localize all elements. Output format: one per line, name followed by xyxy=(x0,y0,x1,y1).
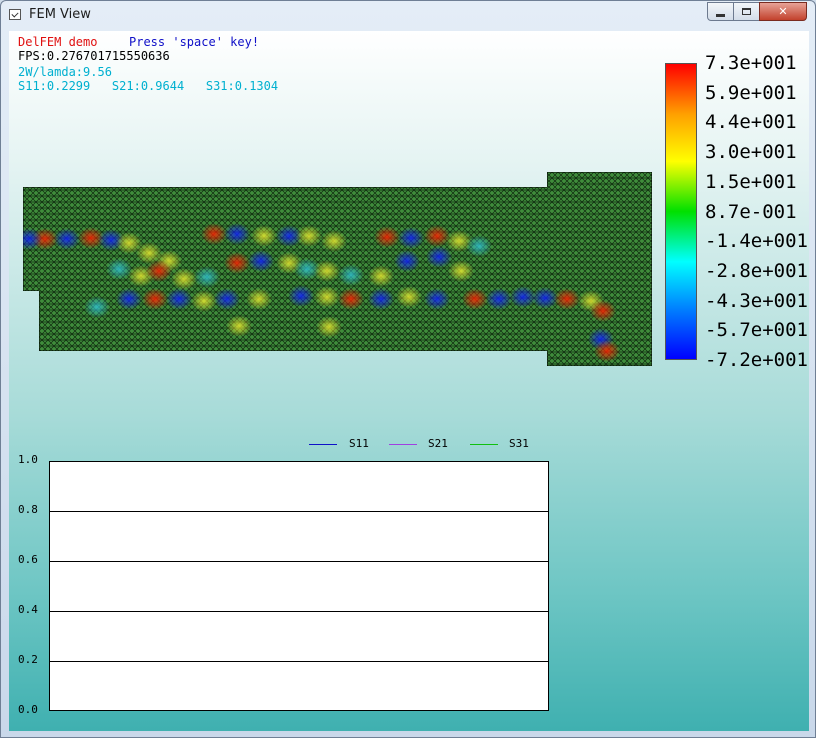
color-scale-label: -2.8e+001 xyxy=(705,259,808,282)
field-spot xyxy=(448,260,474,282)
minimize-icon xyxy=(716,13,725,17)
color-scale-label: 7.3e+001 xyxy=(705,52,797,74)
color-scale-label: -1.4e+001 xyxy=(705,230,808,253)
color-scale-bar xyxy=(665,63,697,360)
y-tick-label: 1.0 xyxy=(18,453,38,466)
color-scale-label: 8.7e-001 xyxy=(705,200,797,223)
field-spot xyxy=(398,227,424,249)
color-scale-label: 5.9e+001 xyxy=(705,81,797,104)
field-spot xyxy=(146,260,172,282)
field-spot xyxy=(316,316,342,338)
y-tick-label: 0.8 xyxy=(18,503,38,516)
gl-viewport[interactable]: DelFEM demo Press 'space' key! FPS:0.276… xyxy=(9,31,809,731)
field-spot xyxy=(321,230,347,252)
field-spot xyxy=(224,223,250,245)
maximize-button[interactable] xyxy=(733,2,760,21)
close-button[interactable]: ✕ xyxy=(759,2,807,21)
field-spot xyxy=(214,288,240,310)
field-spot xyxy=(116,288,142,310)
field-spot xyxy=(226,315,252,337)
legend-s31-label: S31 xyxy=(509,437,529,450)
legend-s11-label: S11 xyxy=(349,437,369,450)
title-bar[interactable]: FEM View ✕ xyxy=(1,1,815,29)
field-spot xyxy=(191,290,217,312)
field-spot xyxy=(426,246,452,268)
field-spot xyxy=(84,296,110,318)
field-spot xyxy=(424,225,450,247)
legend-s21-label: S21 xyxy=(428,437,448,450)
field-spot xyxy=(394,250,420,272)
field-spot xyxy=(486,288,512,310)
field-spot xyxy=(166,288,192,310)
field-spot xyxy=(251,225,277,247)
color-scale-label: 1.5e+001 xyxy=(705,170,797,193)
field-spot xyxy=(246,288,272,310)
field-spot xyxy=(224,252,250,274)
field-spot xyxy=(194,266,220,288)
field-spot xyxy=(296,225,322,247)
field-spot xyxy=(314,260,340,282)
field-spot xyxy=(23,228,42,250)
color-scale-label: -4.3e+001 xyxy=(705,289,808,312)
field-spot xyxy=(368,288,394,310)
field-spot xyxy=(142,288,168,310)
field-spot xyxy=(338,288,364,310)
field-spot xyxy=(554,288,580,310)
field-spot xyxy=(594,340,620,362)
grid-line-0-6 xyxy=(50,561,548,562)
y-tick-label: 0.4 xyxy=(18,603,38,616)
y-tick-label: 0.0 xyxy=(18,703,38,716)
y-tick-label: 0.6 xyxy=(18,553,38,566)
field-spot xyxy=(314,286,340,308)
window-title: FEM View xyxy=(29,7,91,22)
field-spot xyxy=(201,223,227,245)
maximize-icon xyxy=(742,8,751,15)
s-parameter-plot xyxy=(49,461,549,711)
minimize-button[interactable] xyxy=(707,2,734,21)
legend-s21-line xyxy=(389,444,417,445)
grid-line-0-2 xyxy=(50,661,548,662)
field-spot xyxy=(171,268,197,290)
field-spot xyxy=(368,265,394,287)
field-spot xyxy=(590,300,616,322)
field-spot xyxy=(288,285,314,307)
field-spot xyxy=(248,250,274,272)
field-spot xyxy=(54,228,80,250)
color-scale-label: 4.4e+001 xyxy=(705,111,797,134)
app-window: FEM View ✕ DelFEM demo Press 'space' key… xyxy=(0,0,816,738)
field-spot xyxy=(396,286,422,308)
field-spot xyxy=(424,288,450,310)
grid-line-0-8 xyxy=(50,511,548,512)
grid-line-0-4 xyxy=(50,611,548,612)
field-spot xyxy=(466,235,492,257)
field-spot xyxy=(338,264,364,286)
color-scale-label: 3.0e+001 xyxy=(705,141,797,164)
legend-s11-line xyxy=(309,444,337,445)
field-spot xyxy=(462,288,488,310)
app-icon[interactable] xyxy=(9,9,21,20)
close-icon: ✕ xyxy=(778,5,788,18)
y-tick-label: 0.2 xyxy=(18,653,38,666)
color-scale-label: -7.2e+001 xyxy=(705,349,808,371)
field-spot xyxy=(374,226,400,248)
color-scale-label: -5.7e+001 xyxy=(705,319,808,342)
legend-s31-line xyxy=(470,444,498,445)
